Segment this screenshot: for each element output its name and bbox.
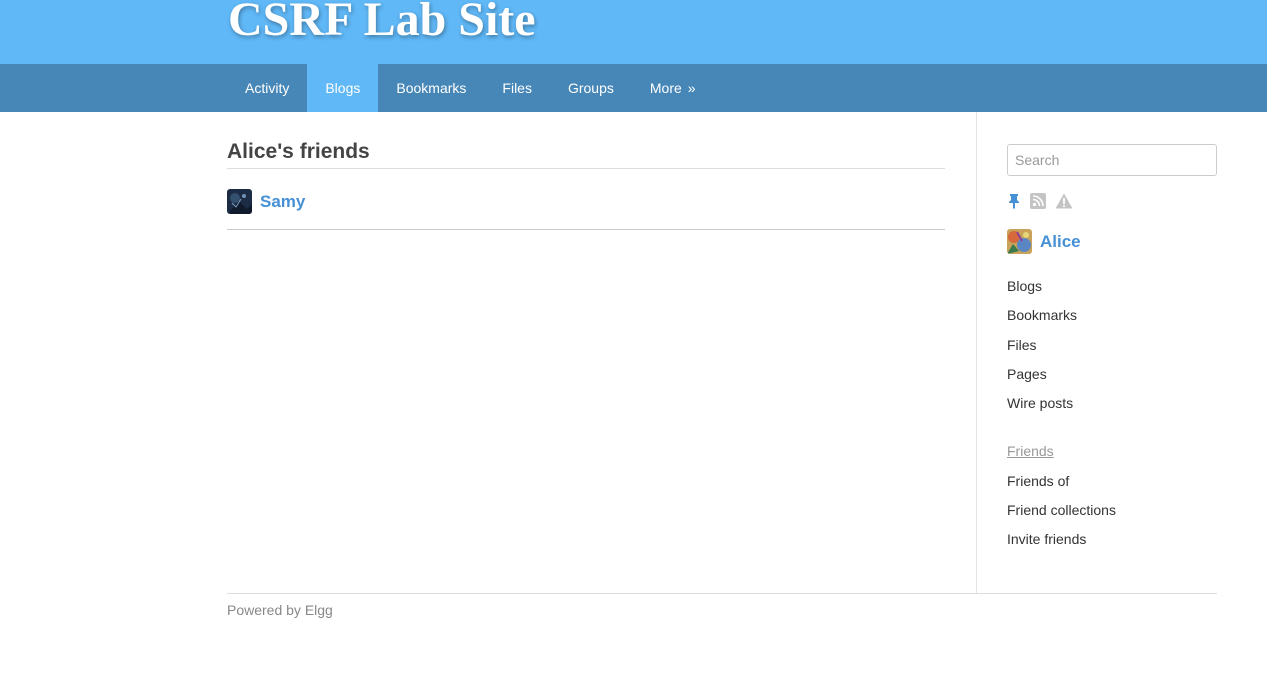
footer-powered-by[interactable]: Powered by Elgg xyxy=(227,602,333,618)
extras-menu xyxy=(1007,192,1217,210)
main-content: Alice's friends Samy xyxy=(227,112,945,230)
search-input[interactable] xyxy=(1007,144,1217,176)
sidebar-item-friends-of[interactable]: Friends of xyxy=(1007,467,1217,496)
friend-name-link[interactable]: Samy xyxy=(260,192,305,212)
site-title[interactable]: CSRF Lab Site xyxy=(228,0,536,48)
sidebar-item-blogs[interactable]: Blogs xyxy=(1007,272,1217,301)
pin-icon[interactable] xyxy=(1007,193,1021,209)
sidebar-divider xyxy=(976,112,977,593)
list-item: Samy xyxy=(227,169,945,230)
avatar[interactable] xyxy=(227,189,252,214)
nav-item-blogs[interactable]: Blogs xyxy=(307,64,379,112)
top-navigation: Activity Blogs Bookmarks Files Groups Mo… xyxy=(0,64,1267,112)
site-header: CSRF Lab Site xyxy=(0,0,1267,64)
page-title: Alice's friends xyxy=(227,139,945,169)
sidebar-item-wire-posts[interactable]: Wire posts xyxy=(1007,389,1217,418)
sidebar-item-files[interactable]: Files xyxy=(1007,331,1217,360)
rss-icon[interactable] xyxy=(1030,193,1046,209)
sidebar-item-bookmarks[interactable]: Bookmarks xyxy=(1007,301,1217,330)
sidebar: Alice Blogs Bookmarks Files Pages Wire p… xyxy=(1007,144,1217,555)
sidebar-item-friend-collections[interactable]: Friend collections xyxy=(1007,496,1217,525)
nav-menu: Activity Blogs Bookmarks Files Groups Mo… xyxy=(227,64,714,112)
owner-content-menu: Blogs Bookmarks Files Pages Wire posts xyxy=(1007,272,1217,418)
nav-item-files[interactable]: Files xyxy=(484,64,550,112)
nav-more-label: More xyxy=(649,80,682,96)
report-warning-icon[interactable] xyxy=(1055,193,1073,209)
sidebar-item-friends[interactable]: Friends xyxy=(1007,437,1217,466)
sidebar-item-pages[interactable]: Pages xyxy=(1007,360,1217,389)
nav-item-activity[interactable]: Activity xyxy=(227,64,307,112)
footer-divider xyxy=(227,593,1217,594)
sidebar-item-invite-friends[interactable]: Invite friends xyxy=(1007,525,1217,554)
owner-avatar[interactable] xyxy=(1007,229,1032,254)
friends-menu: Friends Friends of Friend collections In… xyxy=(1007,437,1217,554)
owner-name-link[interactable]: Alice xyxy=(1040,232,1081,252)
owner-block: Alice xyxy=(1007,229,1217,254)
nav-item-more[interactable]: More » xyxy=(632,64,714,112)
nav-item-groups[interactable]: Groups xyxy=(550,64,632,112)
nav-item-bookmarks[interactable]: Bookmarks xyxy=(378,64,484,112)
more-arrow-icon: » xyxy=(687,80,696,96)
